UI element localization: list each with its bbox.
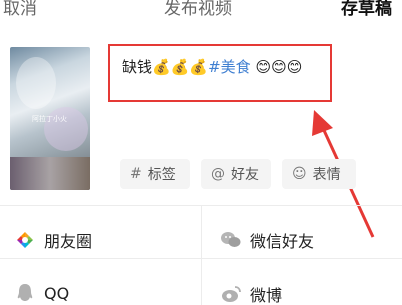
top-bar: 取消 发布视频 存草稿	[0, 0, 402, 28]
video-thumbnail[interactable]: 阿拉丁小火	[10, 47, 90, 190]
at-icon: @	[211, 166, 225, 182]
wechat-icon	[220, 229, 242, 251]
smile-emoji-icon: 😊	[271, 58, 287, 76]
smile-face-icon: ☺	[292, 166, 307, 182]
share-wechat-button[interactable]: 微信好友	[220, 228, 314, 252]
share-qq-button[interactable]: QQ	[14, 282, 69, 304]
page-title: 发布视频	[164, 0, 232, 19]
share-moments-button[interactable]: 朋友圈	[14, 228, 92, 252]
share-weibo-label: 微博	[250, 286, 283, 305]
share-wechat-label: 微信好友	[250, 232, 315, 251]
moments-icon	[14, 229, 36, 251]
weibo-icon	[220, 283, 242, 305]
smile-emoji-icon: 😊	[255, 58, 272, 76]
money-bag-icon: 💰	[152, 58, 171, 76]
thumbnail-shape	[16, 57, 56, 109]
mention-friend-button[interactable]: @ 好友	[201, 159, 271, 189]
save-draft-button[interactable]: 存草稿	[341, 0, 392, 19]
thumbnail-shape	[10, 157, 90, 190]
add-tag-button[interactable]: # 标签	[120, 159, 190, 189]
tag-label: 标签	[147, 167, 176, 183]
description-text: 缺钱💰💰💰#美食 😊😊😊	[122, 56, 302, 77]
share-weibo-button[interactable]: 微博	[220, 282, 282, 305]
share-moments-label: 朋友圈	[44, 232, 93, 251]
qq-icon	[14, 282, 36, 304]
money-bag-icon: 💰	[170, 58, 190, 76]
smile-emoji-icon: 😊	[286, 58, 303, 76]
share-qq-label: QQ	[44, 283, 70, 303]
divider	[201, 206, 202, 305]
description-prefix: 缺钱	[122, 58, 153, 76]
add-emoji-button[interactable]: ☺ 表情	[282, 159, 356, 189]
thumbnail-caption: 阿拉丁小火	[32, 115, 67, 123]
friend-label: 好友	[231, 167, 259, 183]
money-bag-icon: 💰	[189, 58, 209, 76]
description-input[interactable]: 缺钱💰💰💰#美食 😊😊😊	[108, 44, 332, 102]
hash-icon: #	[130, 166, 142, 182]
cancel-button[interactable]: 取消	[3, 0, 37, 19]
hashtag[interactable]: #美食	[208, 58, 251, 76]
emoji-label: 表情	[312, 167, 341, 183]
